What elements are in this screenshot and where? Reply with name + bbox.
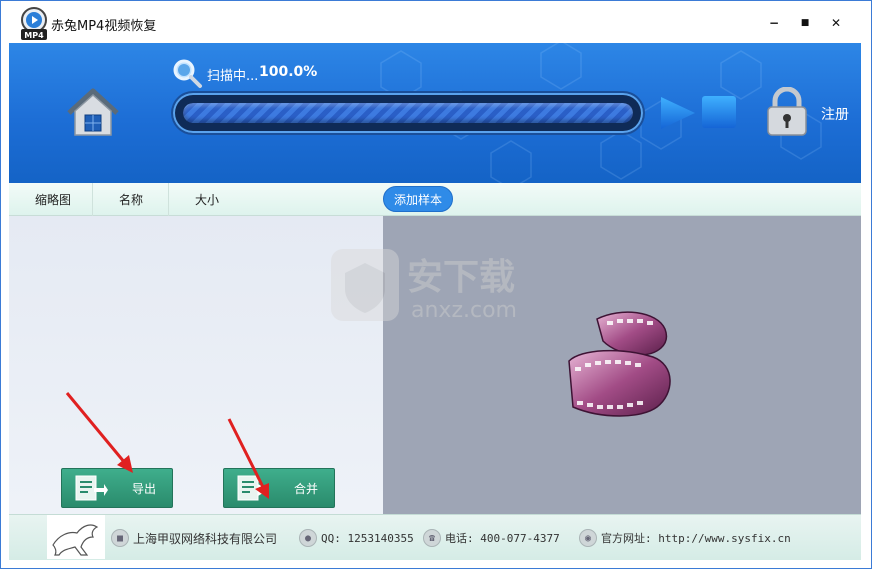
app-logo-icon: MP4 xyxy=(21,7,47,40)
footer-bar: ■ 上海甲驭网络科技有限公司 ● QQ: 1253140355 ☎ 电话: 40… xyxy=(9,514,861,560)
search-icon xyxy=(173,59,202,88)
home-icon[interactable] xyxy=(65,85,121,141)
horse-logo-icon xyxy=(47,515,105,559)
column-size[interactable]: 大小 xyxy=(169,183,239,216)
footer-phone: ☎ 电话: 400-077-4377 xyxy=(423,529,560,547)
column-thumbnail[interactable]: 缩略图 xyxy=(9,183,93,216)
column-name-label: 名称 xyxy=(119,193,144,207)
play-icon[interactable] xyxy=(659,95,697,131)
maximize-button[interactable]: ■ xyxy=(796,14,814,32)
watermark-subtext: anxz.com xyxy=(411,298,517,323)
maximize-icon: ■ xyxy=(800,18,810,28)
qq-icon: ● xyxy=(299,529,317,547)
globe-icon: ◉ xyxy=(579,529,597,547)
close-button[interactable]: ✕ xyxy=(827,14,845,32)
export-icon xyxy=(75,475,108,501)
close-icon: ✕ xyxy=(830,16,842,30)
arrow-to-export-icon xyxy=(65,392,133,473)
film-reel-icon xyxy=(568,311,671,417)
title-bar: MP4 赤兔MP4视频恢复 − ■ ✕ xyxy=(1,1,871,43)
qq-number: QQ: 1253140355 xyxy=(321,531,414,545)
add-sample-button[interactable]: 添加样本 xyxy=(383,186,453,212)
scan-progress-bar xyxy=(173,93,643,133)
phone-number: 电话: 400-077-4377 xyxy=(445,532,560,545)
column-name[interactable]: 名称 xyxy=(93,183,169,216)
minimize-icon: − xyxy=(768,16,780,30)
minimize-button[interactable]: − xyxy=(765,14,783,32)
watermark-text: 安下载 xyxy=(407,257,515,298)
footer-qq: ● QQ: 1253140355 xyxy=(299,529,414,547)
footer-website[interactable]: ◉ 官方网址: http://www.sysfix.cn xyxy=(579,529,791,547)
column-thumbnail-label: 缩略图 xyxy=(35,193,72,207)
lock-icon[interactable] xyxy=(765,87,809,137)
footer-company: ■ 上海甲驭网络科技有限公司 xyxy=(111,529,277,547)
svg-text:MP4: MP4 xyxy=(24,31,44,40)
export-label: 导出 xyxy=(132,481,157,496)
building-icon: ■ xyxy=(111,529,129,547)
register-link[interactable]: 注册 xyxy=(821,104,849,124)
phone-icon: ☎ xyxy=(423,529,441,547)
watermark-logo: 安下载 anxz.com xyxy=(331,249,517,323)
scan-status-label: 扫描中... xyxy=(207,69,259,84)
merge-label: 合并 xyxy=(294,481,319,496)
stop-icon[interactable] xyxy=(701,95,737,129)
app-window: MP4 赤兔MP4视频恢复 − ■ ✕ 扫描中... 100.0% 注册 缩略图… xyxy=(0,0,872,569)
company-name: 上海甲驭网络科技有限公司 xyxy=(133,531,278,546)
column-size-label: 大小 xyxy=(195,193,220,207)
arrow-to-merge-icon xyxy=(227,418,269,499)
header-panel: 扫描中... 100.0% 注册 xyxy=(9,43,861,183)
website-url[interactable]: 官方网址: http://www.sysfix.cn xyxy=(601,530,791,546)
scan-percent: 100.0% xyxy=(259,64,318,80)
progress-fill xyxy=(183,103,633,123)
window-title: 赤兔MP4视频恢复 xyxy=(51,19,157,34)
progress-track xyxy=(183,103,633,123)
column-header-bar: 缩略图 名称 大小 添加样本 xyxy=(9,183,861,216)
